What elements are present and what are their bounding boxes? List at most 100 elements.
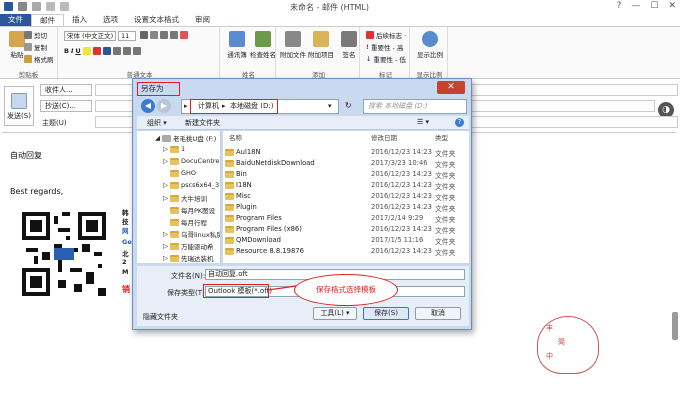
column-date-header[interactable]: 修改日期 <box>371 132 397 142</box>
font-size-buttons[interactable] <box>140 31 188 39</box>
signature-line-8: 销 <box>122 285 130 294</box>
check-names-button[interactable]: 检查姓名 <box>248 31 278 59</box>
tab-options[interactable]: 选项 <box>95 14 126 26</box>
file-row[interactable]: BaiduNetdiskDownload 2017/3/23 10:46 文件夹 <box>223 158 469 169</box>
up-arrow-icon[interactable] <box>46 2 55 11</box>
file-row[interactable]: Program Files (x86) 2016/12/23 14:23 文件夹 <box>223 224 469 235</box>
column-type-header[interactable]: 类型 <box>435 132 448 142</box>
signature-label: 签名 <box>342 51 356 59</box>
format-painter-button[interactable]: 格式刷 <box>24 54 54 64</box>
breadcrumb-drive-d[interactable]: 本地磁盘 (D:) <box>230 100 273 113</box>
font-color-icon[interactable] <box>92 47 101 55</box>
copy-button[interactable]: 复制 <box>24 42 47 52</box>
italic-icon[interactable]: I <box>71 47 73 55</box>
help-icon[interactable]: ? <box>455 118 464 127</box>
indent-icon[interactable] <box>132 47 141 55</box>
send-button[interactable]: 发送(S) <box>4 86 34 126</box>
tree-item[interactable]: 每月行程 <box>170 217 207 227</box>
dialog-nav-row: ◀ ▶ ▸ 计算机 ▸ 本地磁盘 (D:) ▾ ↻ 搜索 本地磁盘 (D:) <box>137 99 467 115</box>
tree-item[interactable]: GHO <box>170 169 196 177</box>
tree-item[interactable]: ▷ 1 <box>163 145 185 153</box>
title-bar: 未命名 - 邮件 (HTML) ? — ☐ ✕ <box>0 0 680 14</box>
organize-button[interactable]: 组织 ▾ <box>147 118 167 128</box>
breadcrumb-computer[interactable]: 计算机 <box>198 100 219 113</box>
save-button[interactable]: 保存(S) <box>363 307 409 320</box>
to-button[interactable]: 收件人... <box>40 84 92 96</box>
minimize-button[interactable]: — <box>631 1 640 11</box>
tree-item[interactable]: ▷ pscs6x64_3 <box>163 181 219 189</box>
hide-folders-button[interactable]: 隐藏文件夹 <box>143 312 178 322</box>
zoom-button[interactable]: 显示比例 <box>415 31 445 59</box>
follow-up-button[interactable]: 后续标志 · <box>366 30 406 40</box>
file-row[interactable]: QMDownload 2017/1/5 11:16 文件夹 <box>223 235 469 246</box>
save-icon[interactable] <box>4 2 13 11</box>
file-row[interactable]: Resource 8.8.19876 2016/12/23 14:23 文件夹 <box>223 246 469 257</box>
down-arrow-icon[interactable] <box>60 2 69 11</box>
file-row[interactable]: I18N 2016/12/23 14:23 文件夹 <box>223 180 469 191</box>
cut-button[interactable]: 剪切 <box>24 30 47 40</box>
back-arrow-icon[interactable]: ◀ <box>141 99 155 113</box>
undo-icon[interactable] <box>18 2 27 11</box>
tree-item[interactable]: ▷ 先瑞达装机 <box>163 253 214 263</box>
align-right-icon[interactable] <box>122 47 131 55</box>
address-bar[interactable]: ▸ 计算机 ▸ 本地磁盘 (D:) ▾ <box>181 99 339 114</box>
refresh-icon[interactable]: ↻ <box>345 101 352 110</box>
view-options-button[interactable]: ☰ ▾ <box>417 118 429 126</box>
tree-item[interactable]: ◢ 老毛桃U盘 (F:) <box>155 133 216 143</box>
file-type: 文件夹 <box>435 249 456 257</box>
align-center-icon[interactable] <box>112 47 121 55</box>
dialog-search-input[interactable]: 搜索 本地磁盘 (D:) <box>363 99 467 114</box>
tree-item[interactable]: ▷ 乌哥linux私房 <box>163 229 220 239</box>
paste-icon <box>9 31 25 47</box>
tree-item[interactable]: 每月PK图设 <box>170 205 215 215</box>
body-scrollbar[interactable] <box>672 312 678 340</box>
numbering-icon[interactable] <box>170 31 178 39</box>
font-name-combo[interactable]: 宋体 (中文正文) <box>64 31 116 41</box>
grow-font-icon[interactable] <box>140 31 148 39</box>
file-date: 2016/12/23 14:23 <box>371 247 432 255</box>
tab-review[interactable]: 审阅 <box>187 14 218 26</box>
format-buttons: B I U <box>64 47 141 55</box>
tab-file[interactable]: 文件 <box>0 14 31 26</box>
forward-arrow-icon[interactable]: ▶ <box>157 99 171 113</box>
underline-icon[interactable]: U <box>75 47 80 55</box>
file-name: Program Files (x86) <box>236 225 302 233</box>
align-left-icon[interactable] <box>102 47 111 55</box>
tools-button[interactable]: 工具(L) ▾ <box>313 307 357 320</box>
attach-item-button[interactable]: 附加项目 <box>306 31 336 59</box>
file-row[interactable]: Program Files 2017/2/14 9:29 文件夹 <box>223 213 469 224</box>
column-name-header[interactable]: 名称 <box>229 132 242 142</box>
folder-icon <box>170 145 179 153</box>
file-row[interactable]: Bin 2016/12/23 14:23 文件夹 <box>223 169 469 180</box>
close-button[interactable]: ✕ <box>668 1 676 11</box>
tree-item[interactable]: ▷ DocuCentre <box>163 157 219 165</box>
file-date: 2016/12/23 14:23 <box>371 148 432 156</box>
help-icon[interactable]: ? <box>617 1 622 11</box>
maximize-button[interactable]: ☐ <box>650 1 658 11</box>
tab-message[interactable]: 邮件 <box>31 14 64 26</box>
attach-file-button[interactable]: 附加文件 <box>278 31 308 59</box>
clear-format-icon[interactable] <box>180 31 188 39</box>
cancel-button[interactable]: 取消 <box>415 307 461 320</box>
highlight-icon[interactable] <box>82 47 91 55</box>
font-size-combo[interactable]: 11 <box>118 31 136 41</box>
file-row[interactable]: Plugin 2016/12/23 14:23 文件夹 <box>223 202 469 213</box>
tab-format-text[interactable]: 设置文本格式 <box>126 14 187 26</box>
address-dropdown-icon[interactable]: ▾ <box>328 100 332 113</box>
high-importance-button[interactable]: ! 重要性 - 高 <box>366 42 403 52</box>
redo-icon[interactable] <box>32 2 41 11</box>
cc-button[interactable]: 抄送(C)... <box>40 100 92 112</box>
bold-icon[interactable]: B <box>64 47 69 55</box>
shrink-font-icon[interactable] <box>150 31 158 39</box>
file-row[interactable]: Aul18N 2016/12/23 14:23 文件夹 <box>223 147 469 158</box>
tab-insert[interactable]: 插入 <box>64 14 95 26</box>
expand-icon: ▷ <box>163 157 168 165</box>
bullets-icon[interactable] <box>160 31 168 39</box>
file-row[interactable]: Misc 2016/12/23 14:23 文件夹 <box>223 191 469 202</box>
new-folder-button[interactable]: 新建文件夹 <box>185 118 220 128</box>
signature-button[interactable]: 签名 <box>334 31 364 59</box>
dialog-close-button[interactable]: ✕ <box>437 81 465 94</box>
tree-item[interactable]: ▷ 大牛培训 <box>163 193 207 203</box>
tree-item[interactable]: ▷ 万能驱动希 <box>163 241 214 251</box>
low-importance-button[interactable]: ↓ 重要性 - 低 <box>366 54 406 64</box>
